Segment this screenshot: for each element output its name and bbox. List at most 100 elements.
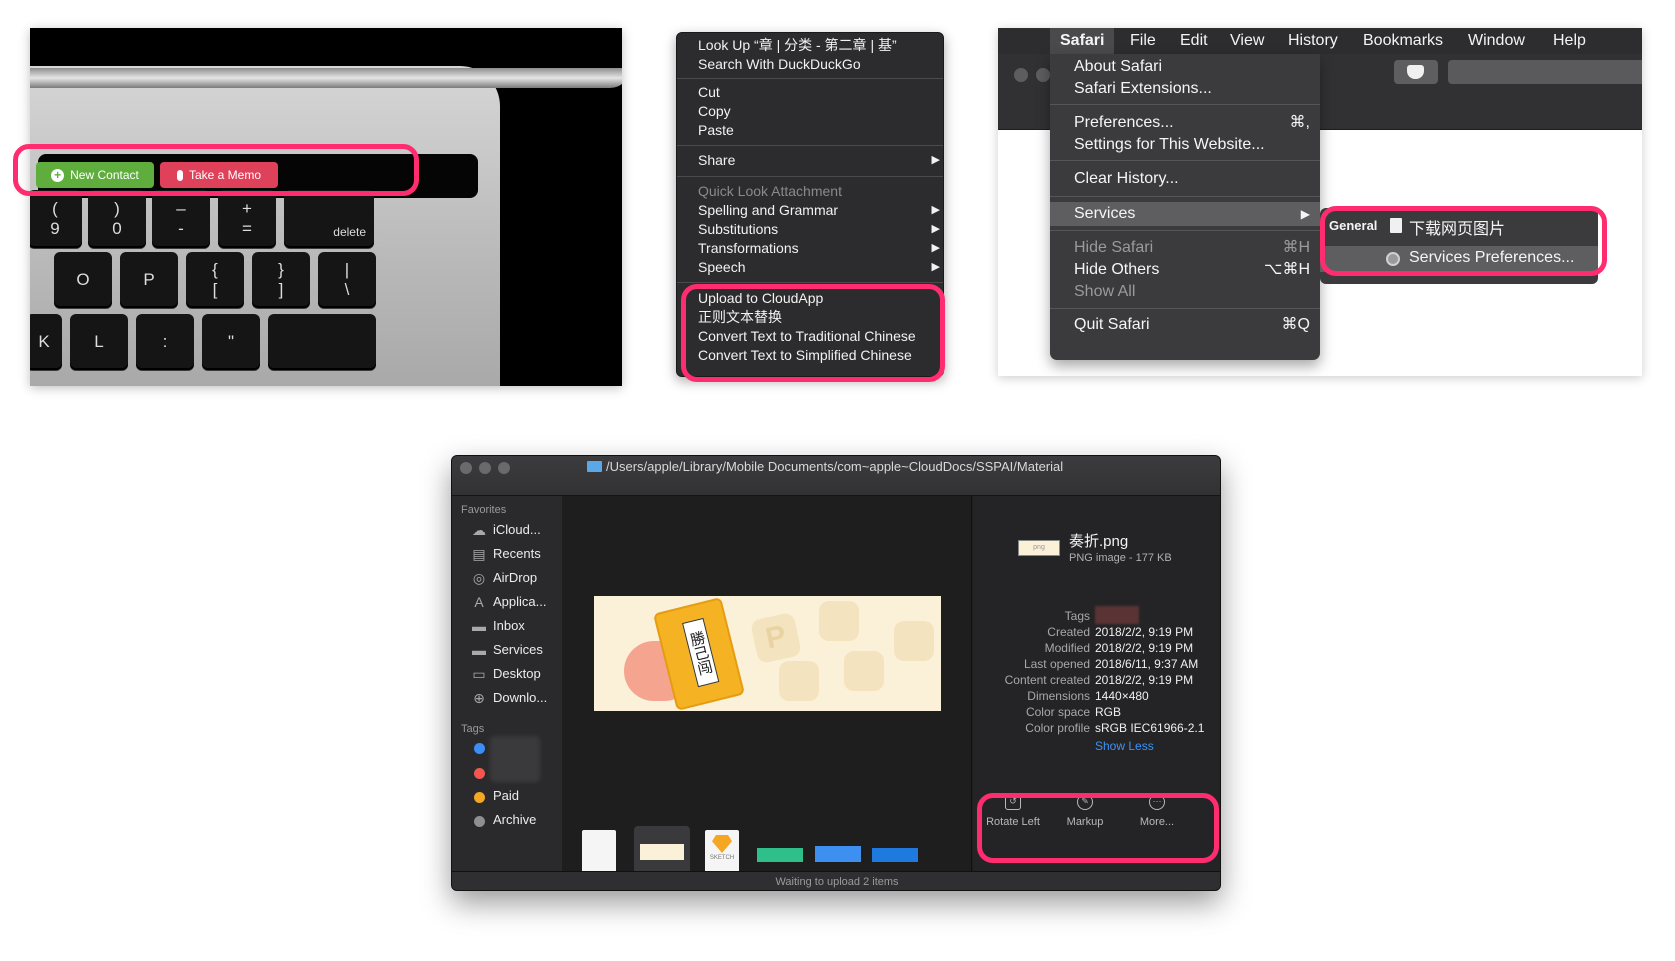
title-bar: /Users/apple/Library/Mobile Documents/co… (452, 456, 1220, 496)
sidebar-item-airdrop[interactable]: AirDrop (493, 570, 537, 585)
menubar-view[interactable]: View (1230, 28, 1264, 54)
menu-spelling-grammar[interactable]: Spelling and Grammar ▶ (698, 201, 940, 220)
menubar-safari[interactable]: Safari (1050, 28, 1114, 54)
menu-look-up[interactable]: Look Up “章 | 分类 - 第二章 | 基” (698, 36, 897, 55)
show-less-link[interactable]: Show Less (1095, 739, 1154, 753)
window-minimize-button[interactable] (479, 462, 491, 474)
shortcut-hide-others: ⌥⌘H (1264, 261, 1310, 278)
key-p[interactable]: P (120, 252, 178, 308)
menubar-edit[interactable]: Edit (1180, 28, 1208, 54)
laptop-hinge (30, 68, 622, 88)
menubar-history[interactable]: History (1288, 28, 1338, 54)
sketch-file-icon[interactable]: SKETCH (705, 830, 739, 874)
menu-share[interactable]: Share ▶ (698, 151, 940, 170)
window-minimize-button[interactable] (1036, 68, 1050, 82)
rotate-left-button[interactable]: ↺ Rotate Left (983, 794, 1043, 828)
sidebar-item-inbox[interactable]: Inbox (493, 618, 525, 633)
menu-convert-simplified[interactable]: Convert Text to Simplified Chinese (698, 346, 912, 365)
key-o[interactable]: O (54, 252, 112, 308)
key-return[interactable] (268, 314, 376, 370)
menu-substitutions[interactable]: Substitutions ▶ (698, 220, 940, 239)
key-9[interactable]: (9 (30, 190, 82, 248)
menu-search-duckduckgo[interactable]: Search With DuckDuckGo (698, 55, 861, 74)
key-backslash[interactable]: | \ (318, 252, 376, 308)
key-right-bracket[interactable]: }] (252, 252, 310, 308)
file-thumbnail: png (1018, 540, 1060, 556)
decorative-star (779, 661, 819, 701)
tag-red-dot[interactable] (474, 768, 485, 779)
menu-speech[interactable]: Speech ▶ (698, 258, 940, 277)
meta-key-last-opened: Last opened (1023, 657, 1090, 671)
window-close-button[interactable] (1014, 68, 1028, 82)
tags-header: Tags (461, 723, 485, 735)
meta-key-color-space: Color space (1025, 705, 1090, 719)
submenu-arrow-icon: ▶ (931, 154, 940, 166)
menubar-window[interactable]: Window (1468, 28, 1525, 54)
gear-icon (1386, 252, 1400, 266)
safari-screenshot: Safari File Edit View History Bookmarks … (998, 28, 1642, 376)
menu-cut[interactable]: Cut (698, 83, 720, 102)
sidebar-item-downloads[interactable]: Downlo... (493, 690, 547, 705)
tag-archive[interactable]: Archive (493, 812, 536, 827)
services-submenu: General 下载网页图片 Services Preferences... (1320, 208, 1598, 284)
tag-orange-dot[interactable] (474, 792, 485, 803)
menu-regex-replace[interactable]: 正则文本替换 (698, 308, 782, 327)
menu-about-safari[interactable]: About Safari (1074, 56, 1162, 78)
menu-transformations[interactable]: Transformations ▶ (698, 239, 940, 258)
meta-value-created: 2018/2/2, 9:19 PM (1095, 625, 1194, 639)
key-l[interactable]: L (70, 314, 128, 370)
key-quote[interactable]: " (202, 314, 260, 370)
sidebar-item-applications[interactable]: Applica... (493, 594, 546, 609)
key-0[interactable]: ) 0 (88, 190, 146, 248)
tag-blue-dot[interactable] (474, 743, 485, 754)
markup-button[interactable]: ✎ Markup (1055, 794, 1115, 828)
thumbnail-blue-2[interactable] (872, 848, 918, 862)
menu-quit-safari[interactable]: Quit Safari (1074, 314, 1150, 336)
sidebar-item-services[interactable]: Services (493, 642, 543, 657)
menu-hide-others[interactable]: Hide Others (1074, 259, 1159, 281)
new-contact-button[interactable]: + New Contact (36, 162, 154, 188)
seal-text: 勝己闯 (682, 617, 720, 688)
menubar-bookmarks[interactable]: Bookmarks (1363, 28, 1443, 54)
thumbnail-blue-1[interactable] (815, 846, 861, 862)
menu-upload-cloudapp[interactable]: Upload to CloudApp (698, 289, 823, 308)
key-semicolon[interactable]: : (136, 314, 194, 370)
menu-safari-extensions[interactable]: Safari Extensions... (1074, 78, 1212, 100)
key-delete[interactable]: delete (284, 190, 374, 248)
menu-separator (677, 145, 943, 146)
key-minus[interactable]: – - (152, 190, 210, 248)
thumbnail-blank-document[interactable] (582, 830, 616, 874)
menu-services[interactable]: Services (1074, 203, 1135, 225)
more-label: More... (1139, 816, 1175, 828)
sidebar-item-recents[interactable]: Recents (493, 546, 541, 561)
tag-gray-dot[interactable] (474, 816, 485, 827)
sidebar: Favorites ☁ iCloud... ▤ Recents ◎ AirDro… (452, 496, 562, 871)
window-close-button[interactable] (460, 462, 472, 474)
menu-paste[interactable]: Paste (698, 121, 734, 140)
menu-convert-traditional[interactable]: Convert Text to Traditional Chinese (698, 327, 916, 346)
menu-preferences[interactable]: Preferences... (1074, 112, 1174, 134)
rotate-left-icon: ↺ (1005, 794, 1021, 810)
address-bar[interactable] (1448, 60, 1642, 84)
menu-copy[interactable]: Copy (698, 102, 731, 121)
key-equals[interactable]: + = (218, 190, 276, 248)
submenu-download-images[interactable]: 下载网页图片 (1409, 215, 1505, 239)
tag-paid[interactable]: Paid (493, 788, 519, 803)
window-path-title: /Users/apple/Library/Mobile Documents/co… (606, 459, 1064, 474)
submenu-services-preferences[interactable]: Services Preferences... (1409, 249, 1574, 267)
key-left-bracket[interactable]: {[ (186, 252, 244, 308)
menubar-file[interactable]: File (1130, 28, 1156, 54)
menu-separator (1050, 104, 1320, 105)
take-memo-button[interactable]: Take a Memo (160, 162, 278, 188)
folder-icon: ▬ (472, 618, 486, 634)
thumbnail-green[interactable] (757, 848, 803, 862)
more-button[interactable]: ··· More... (1127, 794, 1187, 828)
window-zoom-button[interactable] (498, 462, 510, 474)
menu-settings-website[interactable]: Settings for This Website... (1074, 134, 1265, 156)
sidebar-item-desktop[interactable]: Desktop (493, 666, 541, 681)
key-k[interactable]: K (30, 314, 62, 370)
menu-clear-history[interactable]: Clear History... (1074, 168, 1179, 190)
desktop-icon: ▭ (472, 666, 486, 682)
sidebar-item-icloud[interactable]: iCloud... (493, 522, 541, 537)
menubar-help[interactable]: Help (1553, 28, 1586, 54)
